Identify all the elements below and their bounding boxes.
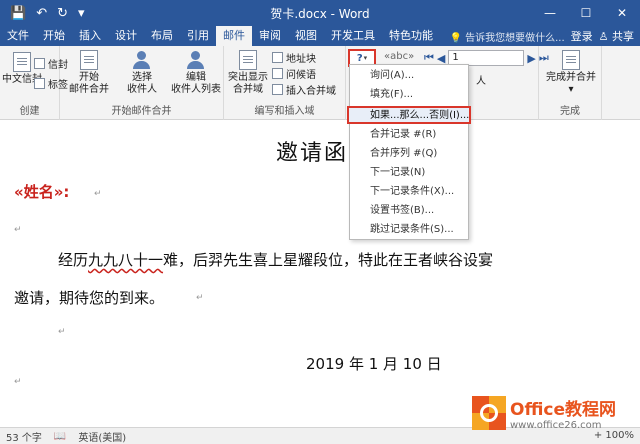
tab-view[interactable]: 视图 [288, 26, 324, 46]
tab-home[interactable]: 开始 [36, 26, 72, 46]
login-link[interactable]: 登录 [571, 28, 593, 44]
start-mail-merge-button[interactable]: 开始 邮件合并 [62, 50, 116, 96]
envelope-small-icon [34, 58, 45, 69]
previous-record-icon[interactable]: ◀ [437, 52, 445, 65]
rules-icon: ? [356, 52, 363, 64]
menu-item-next-record[interactable]: 下一记录(N) [350, 164, 468, 182]
group-finish: 完成并合并 ▾ 完成 [538, 46, 602, 120]
menu-item-set-bookmark[interactable]: 设置书签(B)... [350, 202, 468, 220]
tab-mailings[interactable]: 邮件 [216, 26, 252, 46]
address-block-icon [272, 52, 283, 63]
menu-item-merge-record[interactable]: 合并记录 #(R) [350, 126, 468, 144]
select-recipients-button[interactable]: 选择 收件人 [116, 50, 168, 96]
address-block-button[interactable]: 地址块 [272, 50, 316, 65]
title-bar: 💾 ↶ ↻ ▾ 贺卡.docx - Word — ☐ ✕ [0, 0, 640, 26]
group-create: 中文信封 信封 标签 创建 [0, 46, 68, 120]
paragraph-mark: ↵ [58, 327, 66, 337]
recipient-suffix-label: 人 [476, 76, 486, 87]
save-icon[interactable]: 💾 [10, 6, 26, 21]
insert-field-icon [272, 84, 283, 95]
edit-people-icon [185, 50, 207, 70]
spelling-underline: 九九八十一 [88, 251, 164, 269]
quick-access-toolbar: 💾 ↶ ↻ ▾ [0, 6, 85, 21]
menu-item-ask[interactable]: 询问(A)... [350, 67, 468, 85]
language-indicator[interactable]: 英语(美国) [78, 429, 126, 444]
document-heading: 邀请函 [276, 141, 349, 166]
group-start-merge: 开始 邮件合并 选择 收件人 编辑 收件人列表 开始邮件合并 [60, 46, 224, 120]
tab-developer[interactable]: 开发工具 [324, 26, 382, 46]
group-label-start-merge: 开始邮件合并 [111, 106, 172, 117]
tab-references[interactable]: 引用 [180, 26, 216, 46]
highlight-fields-icon [239, 50, 257, 70]
customize-qa-icon[interactable]: ▾ [78, 6, 85, 21]
menu-item-merge-sequence[interactable]: 合并序列 #(Q) [350, 145, 468, 163]
group-label-write-insert: 编写和插入域 [254, 106, 315, 117]
merge-field-name[interactable]: «姓名»: [14, 181, 69, 202]
finish-and-merge-button[interactable]: 完成并合并 ▾ [543, 50, 599, 96]
tab-review[interactable]: 审阅 [252, 26, 288, 46]
menu-item-fill-in[interactable]: 填充(F)... [350, 86, 468, 104]
envelope-icon [13, 52, 31, 72]
tab-bar-extras: 💡 告诉我您想要做什么... 登录 ♙ 共享 [449, 26, 640, 46]
tab-file[interactable]: 文件 [0, 26, 36, 46]
date-line: 2019 年 1 月 10 日 [306, 355, 442, 373]
paragraph-mark: ↵ [196, 293, 204, 303]
ribbon: 中文信封 信封 标签 创建 开始 邮件合并 选择 收件人 编辑 收件人列表 开始… [0, 46, 640, 120]
undo-icon[interactable]: ↶ [36, 6, 47, 21]
group-label-finish: 完成 [560, 106, 580, 117]
proofing-icon[interactable]: 📖 [54, 431, 66, 442]
group-label-create: 创建 [19, 106, 40, 117]
body-line-2: 邀请，期待您的到来。 [14, 289, 165, 307]
next-record-icon[interactable]: ▶ [527, 52, 535, 65]
tab-insert[interactable]: 插入 [72, 26, 108, 46]
document-canvas[interactable]: 邀请函 «姓名»: ↵ ↵ 经历九九八十一难，后羿先生喜上星耀段位，特此在王者峡… [0, 121, 640, 427]
first-record-icon[interactable]: ⏮ [424, 51, 434, 65]
maximize-icon[interactable]: ☐ [568, 0, 604, 26]
rules-dropdown-menu: 询问(A)... 填充(F)... 如果...那么...否则(I)... 合并记… [347, 64, 471, 240]
share-button[interactable]: ♙ 共享 [599, 28, 634, 44]
minimize-icon[interactable]: — [532, 0, 568, 26]
group-write-insert: 突出显示 合并域 地址块 问候语 插入合并域 编写和插入域 [224, 46, 346, 120]
people-icon [131, 50, 153, 70]
paragraph-mark: ↵ [14, 377, 22, 387]
body-line-1: 经历九九八十一难，后羿先生喜上星耀段位，特此在王者峡谷设宴 [58, 251, 494, 269]
watermark-text: Office教程网 www.office26.com [510, 395, 616, 431]
paragraph-mark: ↵ [14, 225, 22, 235]
watermark-url: www.office26.com [510, 420, 602, 431]
tab-special-features[interactable]: 特色功能 [382, 26, 440, 46]
insert-merge-field-button[interactable]: 插入合并域 [272, 82, 336, 97]
menu-item-if-then-else[interactable]: 如果...那么...否则(I)... [347, 106, 471, 124]
greeting-line-button[interactable]: 问候语 [272, 66, 316, 81]
menu-item-next-record-if[interactable]: 下一记录条件(X)... [350, 183, 468, 201]
ribbon-tab-bar: 文件 开始 插入 设计 布局 引用 邮件 审阅 视图 开发工具 特色功能 💡 告… [0, 26, 640, 46]
close-icon[interactable]: ✕ [604, 0, 640, 26]
redo-icon[interactable]: ↻ [57, 6, 68, 21]
chevron-down-icon: ▾ [568, 84, 574, 95]
preview-results-button[interactable]: «abc» [384, 51, 414, 62]
start-merge-icon [80, 50, 98, 70]
highlight-merge-fields-button[interactable]: 突出显示 合并域 [226, 50, 270, 96]
word-count[interactable]: 53 个字 [6, 429, 42, 444]
edit-recipient-list-button[interactable]: 编辑 收件人列表 [168, 50, 224, 96]
tab-layout[interactable]: 布局 [144, 26, 180, 46]
chevron-down-icon: ▾ [363, 54, 368, 62]
tab-design[interactable]: 设计 [108, 26, 144, 46]
finish-merge-icon [562, 50, 580, 70]
office-logo-icon [472, 396, 506, 430]
labels-icon [34, 78, 45, 89]
paragraph-mark: ↵ [94, 189, 102, 199]
greeting-line-icon [272, 68, 283, 79]
site-watermark: Office教程网 www.office26.com [472, 385, 640, 441]
watermark-name: Office教程网 [510, 400, 617, 420]
menu-item-skip-record-if[interactable]: 跳过记录条件(S)... [350, 221, 468, 239]
window-controls: — ☐ ✕ [532, 0, 640, 26]
tell-me-box[interactable]: 💡 告诉我您想要做什么... [449, 29, 564, 44]
